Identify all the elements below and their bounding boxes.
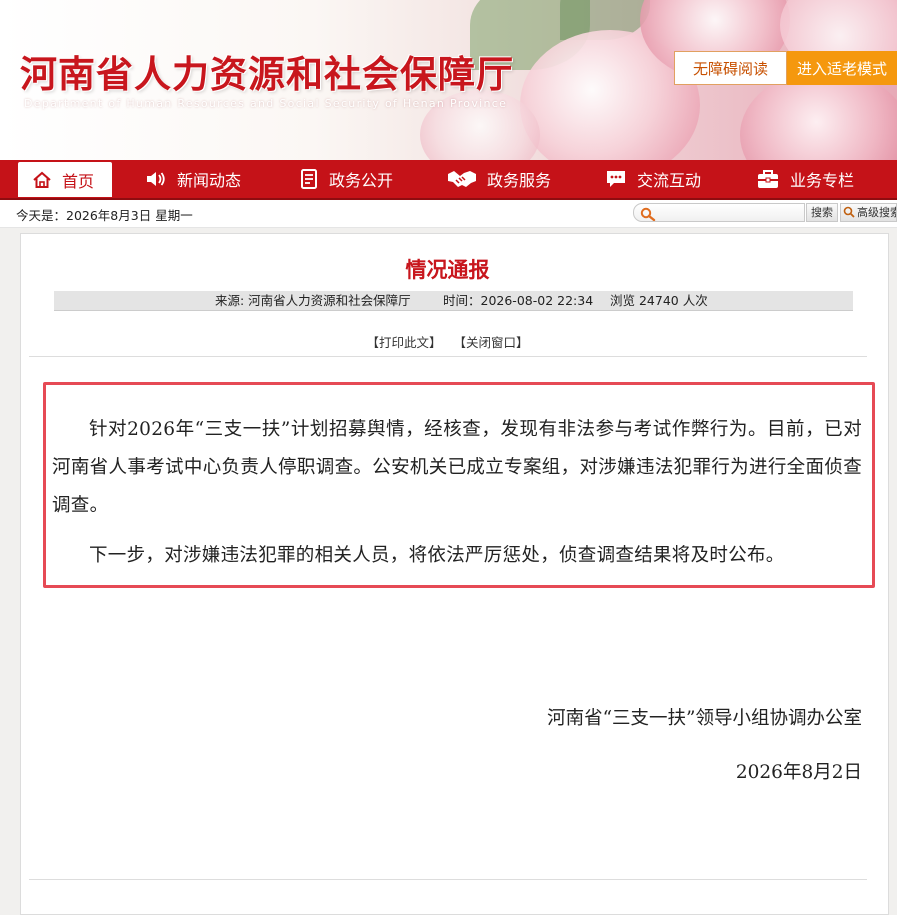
magnifier-icon	[843, 206, 855, 221]
document-icon	[299, 168, 319, 190]
nav-label: 政务服务	[487, 171, 552, 190]
nav-item-home[interactable]: 首页	[18, 162, 113, 197]
divider	[29, 356, 867, 357]
nav-item-gov-open[interactable]: 政务公开	[299, 160, 393, 198]
article-paragraph: 下一步，对涉嫌违法犯罪的相关人员，将依法严厉惩处，侦查调查结果将及时公布。	[89, 545, 785, 566]
article-actions: 【打印此文】 【关闭窗口】	[21, 332, 874, 351]
site-subtitle: Department of Human Resources and Social…	[24, 97, 508, 110]
search-icon	[640, 206, 656, 225]
advanced-search-label: 高级搜索	[857, 206, 897, 219]
article-paragraph: 针对2026年“三支一扶”计划招募舆情，经核查，发现有非法参与考试作弊行为。目前…	[52, 419, 862, 516]
article-panel: 情况通报 来源: 河南省人力资源和社会保障厅 时间：2026-08-02 22:…	[20, 233, 889, 915]
nav-label: 交流互动	[637, 171, 702, 190]
signature-organization: 河南省“三支一扶”领导小组协调办公室	[547, 708, 862, 729]
elder-mode-button[interactable]: 进入适老模式	[787, 51, 897, 85]
nav-item-news[interactable]: 新闻动态	[145, 160, 241, 198]
home-icon	[32, 170, 52, 190]
speaker-icon	[145, 169, 167, 189]
site-banner: 河南省人力资源和社会保障厅 Department of Human Resour…	[0, 0, 897, 160]
nav-item-business[interactable]: 业务专栏	[756, 160, 854, 198]
search-input[interactable]	[633, 203, 805, 222]
advanced-search-button[interactable]: 高级搜索	[840, 203, 897, 222]
nav-item-gov-service[interactable]: 政务服务	[447, 160, 551, 198]
nav-label: 业务专栏	[790, 171, 855, 190]
nav-label: 首页	[62, 171, 95, 191]
chat-icon	[605, 169, 627, 189]
divider	[29, 879, 867, 880]
handshake-icon	[447, 168, 477, 190]
today-date: 今天是：2026年8月3日 星期一	[16, 208, 193, 223]
close-window-link[interactable]: 【关闭窗口】	[453, 335, 528, 350]
search-button[interactable]: 搜索	[806, 203, 838, 222]
nav-label: 政务公开	[329, 171, 394, 190]
article-time: 时间：2026-08-02 22:34	[443, 293, 594, 308]
nav-item-interaction[interactable]: 交流互动	[605, 160, 701, 198]
article-views: 浏览 24740 人次	[610, 293, 708, 308]
accessible-reading-button[interactable]: 无障碍阅读	[674, 51, 787, 85]
signature-date: 2026年8月2日	[735, 762, 862, 783]
nav-label: 新闻动态	[177, 171, 242, 190]
print-link[interactable]: 【打印此文】	[366, 335, 441, 350]
article-meta: 来源: 河南省人力资源和社会保障厅 时间：2026-08-02 22:34 浏览…	[54, 291, 853, 311]
date-search-bar: 今天是：2026年8月3日 星期一 搜索 高级搜索	[0, 200, 897, 228]
article-title: 情况通报	[405, 258, 490, 282]
site-title: 河南省人力资源和社会保障厅	[20, 53, 514, 96]
briefcase-icon	[756, 168, 780, 190]
main-nav: 首页 新闻动态 政务公开 政务服务 交流互动 业务专栏	[0, 160, 897, 200]
article-source: 来源: 河南省人力资源和社会保障厅	[215, 293, 411, 308]
